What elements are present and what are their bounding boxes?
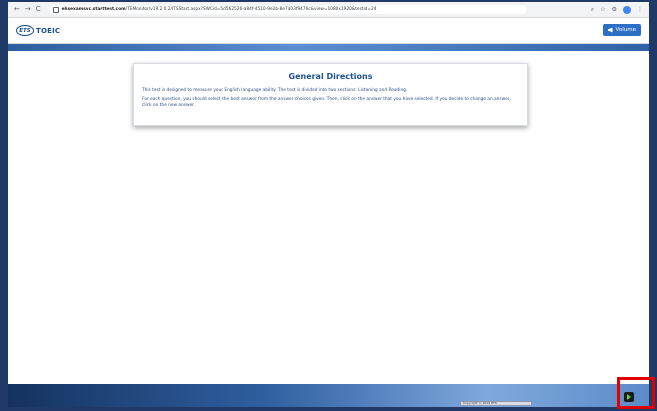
footer-label: Copyright © 2019 ETS — [460, 401, 532, 406]
highlight-box — [617, 377, 655, 409]
ets-badge: ETS — [16, 25, 34, 36]
toeic-wordmark: TOEIC — [36, 26, 61, 35]
search-icon[interactable]: ⌕ — [591, 6, 594, 14]
footer-bar: Copyright © 2019 ETS — [8, 384, 649, 407]
extension-icon[interactable]: ⚙ — [612, 6, 617, 13]
header-band — [8, 44, 649, 51]
menu-icon[interactable]: ⋮ — [637, 6, 643, 13]
url-host: ehsexamsvc.starttest.com — [61, 7, 126, 12]
back-icon[interactable]: ← — [14, 2, 20, 17]
browser-toolbar: ← → C ehsexamsvc.starttest.com /TEMonito… — [8, 2, 649, 18]
speaker-icon — [607, 27, 613, 33]
lock-icon — [52, 6, 59, 13]
url-path: /TEMonitor/v19.2.0.2/ITSStart.aspx?SWCid… — [125, 7, 377, 12]
directions-card: General Directions This test is designed… — [133, 63, 528, 126]
directions-paragraph-2: For each question, you should select the… — [142, 96, 511, 108]
main-content: General Directions This test is designed… — [8, 51, 649, 384]
browser-actions: ⌕ ☆ ⚙ ⋮ — [591, 5, 643, 14]
ets-toeic-logo: ETS TOEIC — [16, 25, 60, 36]
volume-button[interactable]: Volume — [602, 24, 641, 36]
profile-icon[interactable] — [623, 5, 631, 14]
screen-frame: ← → C ehsexamsvc.starttest.com /TEMonito… — [8, 2, 649, 407]
reload-icon[interactable]: C — [36, 2, 41, 17]
star-icon[interactable]: ☆ — [600, 6, 605, 13]
directions-title: General Directions — [288, 72, 373, 81]
volume-label: Volume — [615, 27, 636, 33]
forward-icon[interactable]: → — [25, 2, 31, 17]
browser-nav: ← → C — [14, 2, 41, 17]
app-header: ETS TOEIC Volume — [8, 18, 649, 44]
directions-paragraph-1: This test is designed to measure your En… — [142, 88, 408, 93]
address-bar[interactable]: ehsexamsvc.starttest.com /TEMonitor/v19.… — [48, 5, 527, 14]
